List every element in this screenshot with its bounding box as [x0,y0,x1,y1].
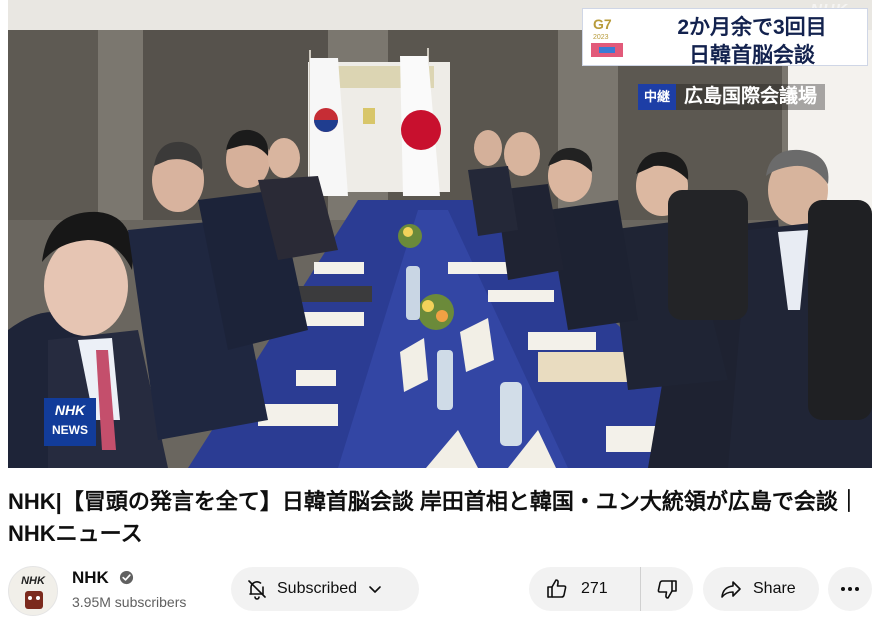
relay-location: 広島国際会議場 [676,84,826,110]
subscribed-button[interactable]: Subscribed [231,567,419,611]
nhk-news-logo: NHK NEWS [44,398,96,446]
channel-avatar[interactable]: NHK [8,566,58,616]
live-relay-tag: 中継 広島国際会議場 [638,84,826,110]
dislike-button[interactable] [641,567,693,611]
video-frame [8,0,872,468]
subscribed-label: Subscribed [277,580,358,597]
more-actions-button[interactable] [828,567,872,611]
video-title: NHK|【冒頭の発言を全て】日韓首脳会談 岸田首相と韓国・ユン大統領が広島で会談… [8,489,860,546]
video-player[interactable]: NHK G7 2023 2か月余で3回目 日韓首脳会談 中継 広島国際会議場 N… [8,0,872,468]
svg-text:2023: 2023 [593,34,609,41]
like-dislike-group: 271 [529,567,693,611]
bell-off-icon [245,577,269,601]
channel-name[interactable]: NHK [72,568,109,588]
share-arrow-icon [719,577,743,601]
g7-summit-logo-icon: G7 2023 [589,13,625,63]
caption-line-1: 2か月余で3回目 [677,16,827,39]
thumbs-up-icon [545,577,569,601]
caption-line-2: 日韓首脳会談 [689,44,815,67]
subscriber-count: 3.95M subscribers [72,594,187,610]
nhk-news-logo-top: NHK [54,402,86,418]
like-button[interactable]: 271 [529,567,641,611]
relay-badge: 中継 [638,84,677,110]
share-label: Share [753,580,796,597]
mascot-eye-icon [28,596,32,600]
domo-mascot-icon [25,591,43,609]
more-dots-icon [838,577,862,601]
news-caption: G7 2023 2か月余で3回目 日韓首脳会談 [582,8,868,67]
share-button[interactable]: Share [703,567,819,611]
avatar-logo-text: NHK [21,575,45,587]
like-count: 271 [581,580,608,597]
nhk-news-logo-bottom: NEWS [52,423,88,437]
thumbs-down-icon [655,577,679,601]
verified-icon [119,570,134,585]
svg-text:G7: G7 [593,16,612,32]
mascot-eye-icon [36,596,40,600]
chevron-down-icon [367,581,383,597]
